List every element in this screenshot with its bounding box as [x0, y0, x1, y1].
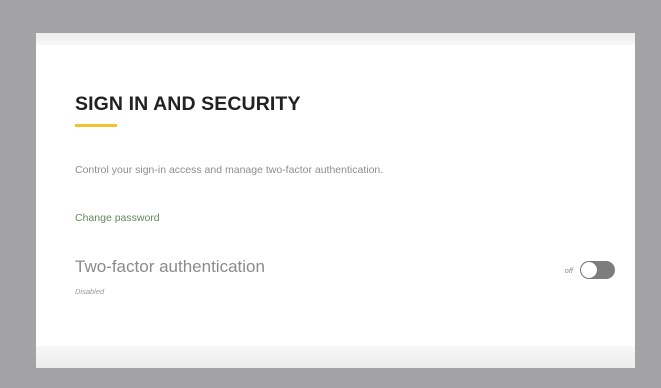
two-factor-label: Two-factor authentication [75, 257, 265, 276]
toggle-knob [581, 262, 597, 278]
two-factor-toggle[interactable] [580, 261, 615, 279]
panel-bottom-strip [36, 346, 635, 368]
security-settings-panel: SIGN IN AND SECURITY Control your sign-i… [36, 33, 635, 368]
change-password-link[interactable]: Change password [75, 212, 160, 224]
title-accent-underline [75, 124, 117, 127]
toggle-state-label: off [564, 265, 573, 275]
outer-frame: SIGN IN AND SECURITY Control your sign-i… [0, 0, 661, 388]
two-factor-toggle-group: off [565, 259, 615, 281]
two-factor-setting-row: Two-factor authentication Disabled off [75, 257, 615, 301]
two-factor-status: Disabled [75, 287, 105, 296]
panel-top-strip [36, 33, 635, 45]
section-title: SIGN IN AND SECURITY [75, 93, 301, 115]
section-description: Control your sign-in access and manage t… [75, 164, 384, 176]
